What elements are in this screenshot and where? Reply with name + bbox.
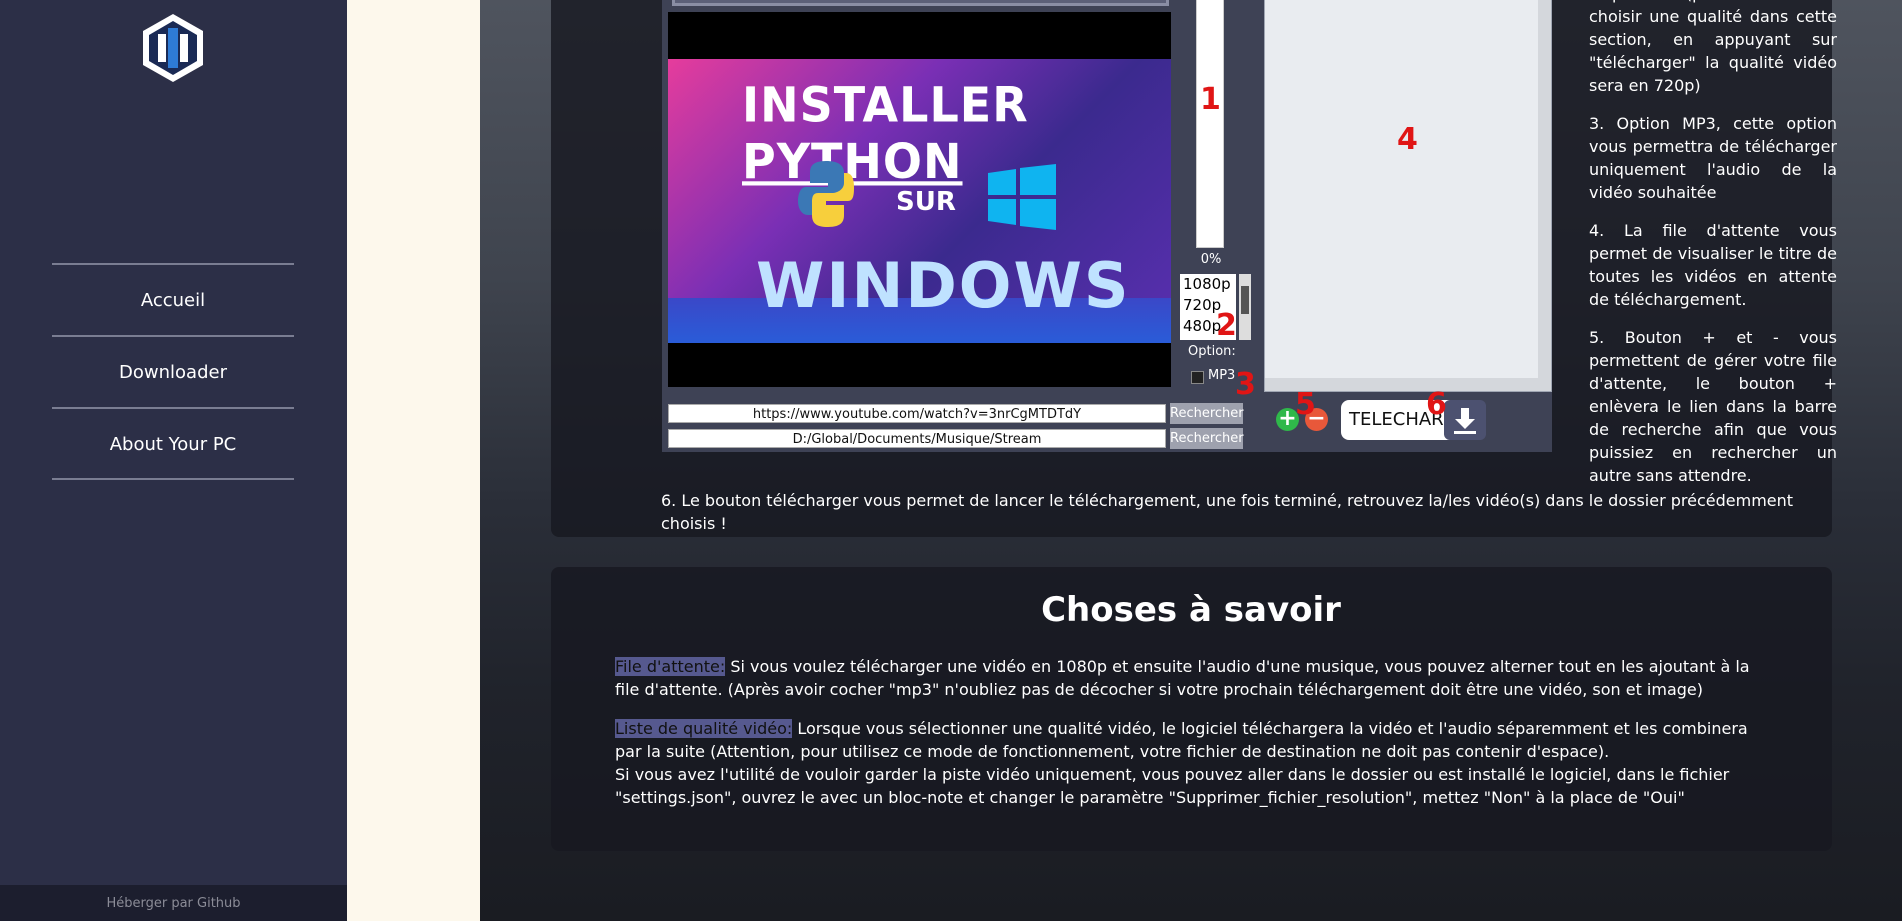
- mp3-label: MP3: [1208, 368, 1236, 383]
- download-icon[interactable]: [1444, 400, 1486, 440]
- destination-path-input[interactable]: D:/Global/Documents/Musique/Stream: [668, 429, 1166, 448]
- nav-divider: [52, 407, 294, 409]
- nav-divider: [52, 263, 294, 265]
- description-item-5: 5. Bouton + et - vous permettent de gére…: [1589, 328, 1837, 485]
- search-url-button[interactable]: Rechercher: [1170, 403, 1244, 424]
- quality-tip-label: Liste de qualité vidéo:: [615, 719, 793, 738]
- marker-5: 5: [1295, 387, 1316, 422]
- marker-3: 3: [1235, 367, 1256, 402]
- windows-logo-icon: [988, 164, 1056, 230]
- feature-descriptions: disponible (par défaut sans choisir une …: [1589, 0, 1837, 502]
- video-thumbnail: INSTALLER PYTHON SUR WINDOWS: [668, 59, 1171, 343]
- quality-tip: Liste de qualité vidéo: Lorsque vous sél…: [615, 717, 1755, 809]
- nav-divider: [52, 335, 294, 337]
- marker-6: 6: [1426, 387, 1447, 422]
- things-to-know-title: Choses à savoir: [1041, 590, 1341, 630]
- main-content: INSTALLER PYTHON SUR WINDOWS 0% 1080p 72…: [480, 0, 1902, 921]
- quality-option[interactable]: 1080p: [1180, 274, 1236, 295]
- description-item-3: 3. Option MP3, cette option vous permett…: [1589, 114, 1837, 202]
- description-item-4: 4. La file d'attente vous permet de visu…: [1589, 221, 1837, 309]
- queue-tip-label: File d'attente:: [615, 657, 726, 676]
- downloader-guide-card: INSTALLER PYTHON SUR WINDOWS 0% 1080p 72…: [551, 0, 1837, 537]
- video-preview: INSTALLER PYTHON SUR WINDOWS: [668, 12, 1171, 387]
- marker-4: 4: [1397, 122, 1418, 157]
- option-label: Option:: [1188, 344, 1236, 359]
- description-item-6: 6. Le bouton télécharger vous permet de …: [661, 491, 1794, 533]
- nav-divider: [52, 478, 294, 480]
- thumbnail-windows-text: WINDOWS: [756, 249, 1131, 322]
- python-logo-icon: [798, 161, 854, 227]
- scrollbar-thumb[interactable]: [1241, 286, 1249, 314]
- progress-bar: [1196, 0, 1224, 248]
- marker-1: 1: [1200, 82, 1221, 117]
- quality-tip-text-2: Si vous avez l'utilité de vouloir garder…: [615, 765, 1730, 807]
- thumbnail-sur-text: SUR: [896, 187, 956, 217]
- sidebar-footer[interactable]: Héberger par Github: [0, 885, 347, 921]
- app-top-bar: [672, 0, 1169, 6]
- queue-tip: File d'attente: Si vous voulez télécharg…: [615, 655, 1755, 701]
- download-queue-list[interactable]: [1264, 0, 1552, 392]
- mp3-checkbox[interactable]: [1191, 371, 1204, 384]
- logo-icon[interactable]: [139, 12, 207, 84]
- nav-item-about-your-pc[interactable]: About Your PC: [52, 410, 294, 478]
- marker-2: 2: [1216, 308, 1237, 343]
- queue-tip-text: Si vous voulez télécharger une vidéo en …: [615, 657, 1750, 699]
- url-input[interactable]: https://www.youtube.com/watch?v=3nrCgMTD…: [668, 404, 1166, 423]
- queue-vertical-scrollbar[interactable]: [1538, 0, 1551, 391]
- nav-item-downloader[interactable]: Downloader: [52, 338, 294, 406]
- nav-item-accueil[interactable]: Accueil: [52, 266, 294, 334]
- search-path-button[interactable]: Rechercher: [1170, 428, 1244, 449]
- progress-percent: 0%: [1200, 252, 1222, 267]
- sidebar: Accueil Downloader About Your PC Héberge…: [0, 0, 347, 921]
- quality-scrollbar[interactable]: [1239, 274, 1251, 340]
- description-item-2: disponible (par défaut sans choisir une …: [1589, 0, 1837, 95]
